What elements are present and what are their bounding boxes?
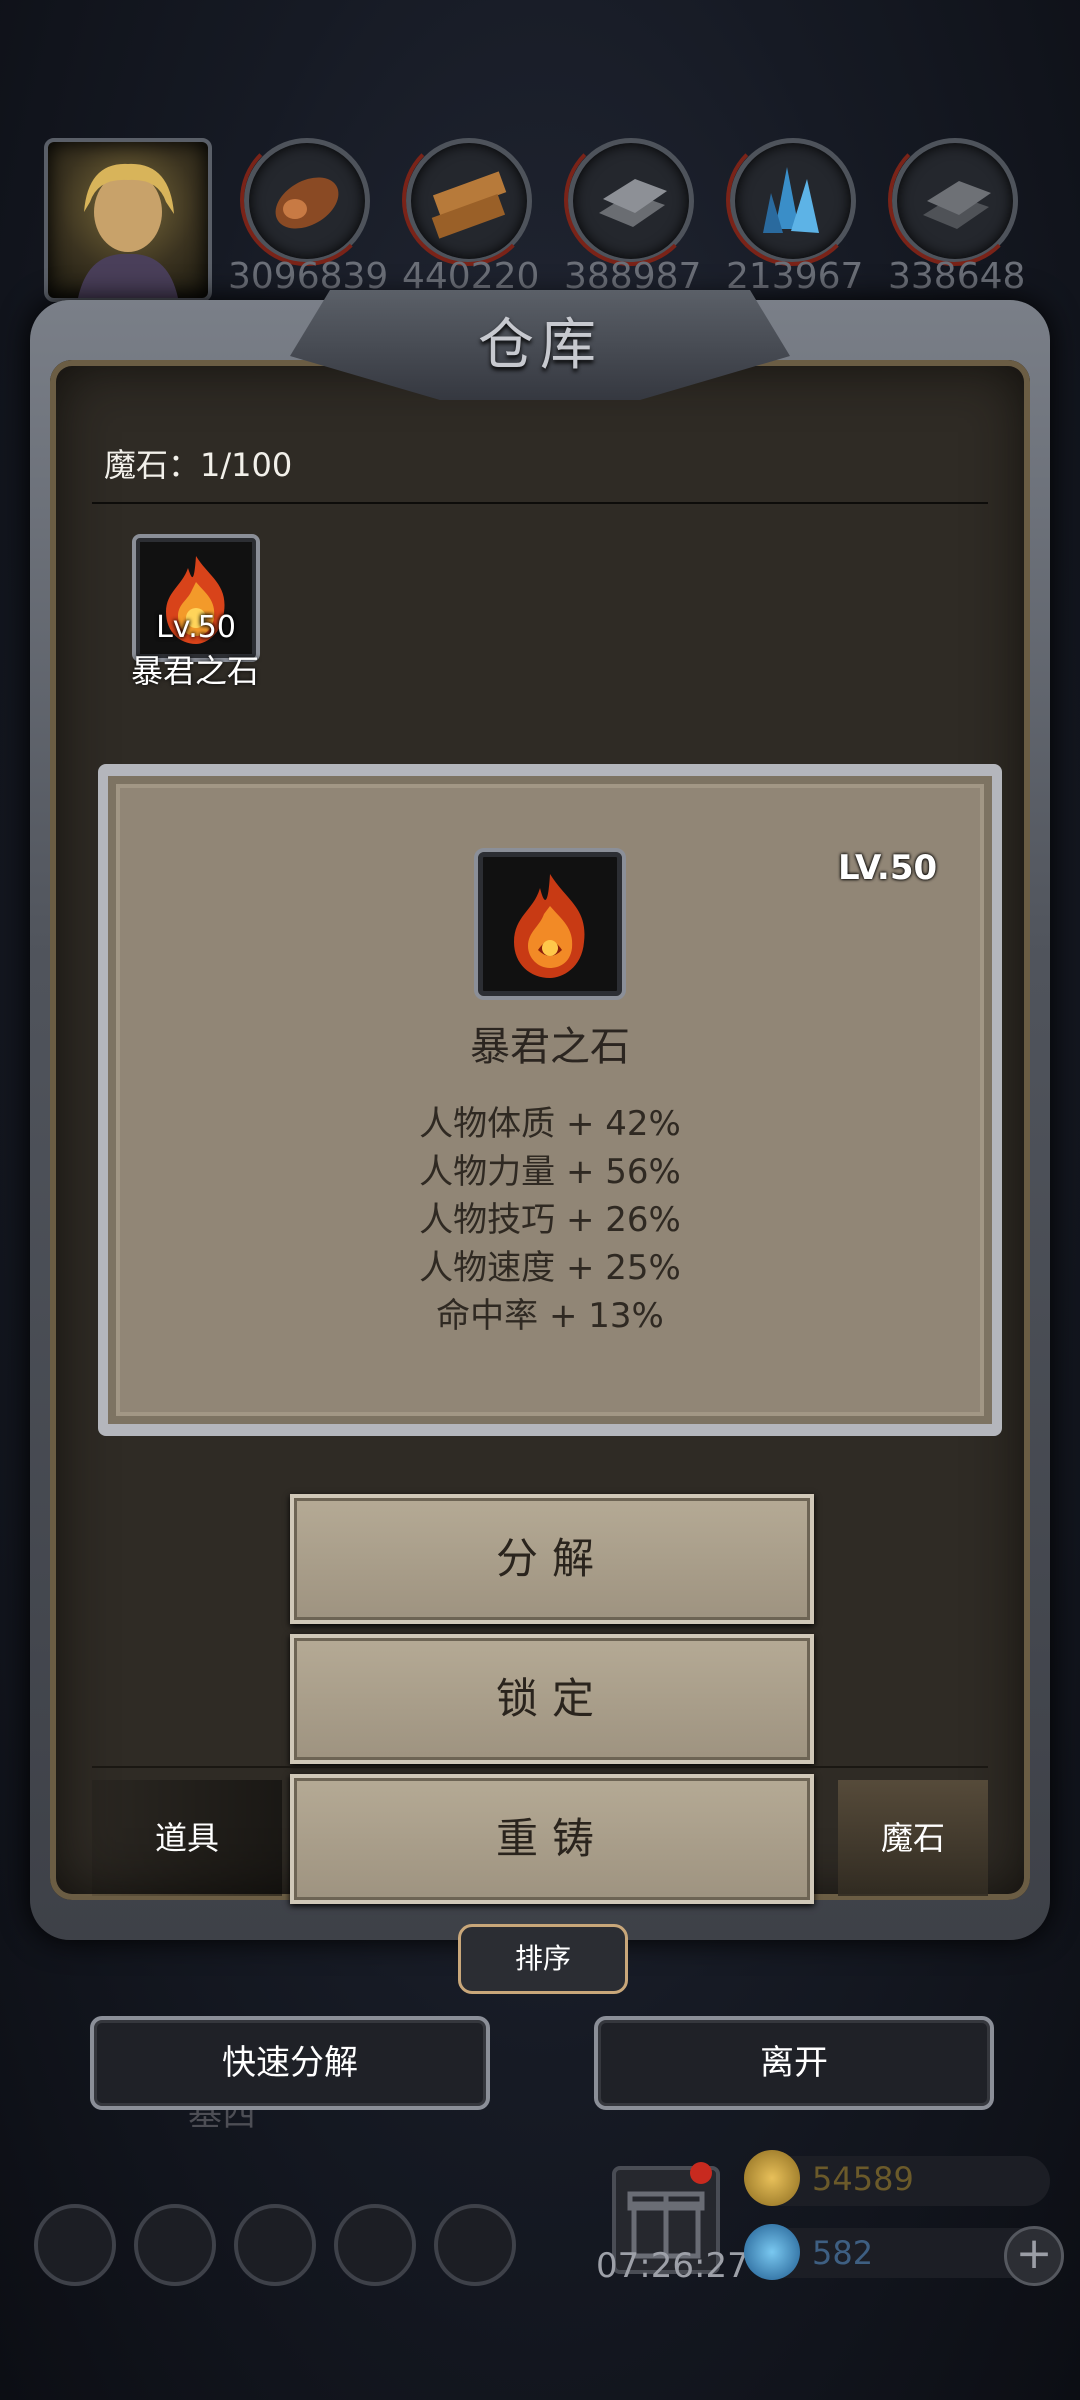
gem-icon <box>744 2224 800 2280</box>
detail-level: LV.50 <box>838 848 938 888</box>
flame-stone-icon <box>514 874 585 978</box>
stone-amount: 338648 <box>888 256 1026 297</box>
sort-button[interactable]: 排序 <box>458 1924 628 1994</box>
lumber-resource-icon <box>402 134 534 266</box>
stat-skill: 人物技巧 + 26% <box>419 1200 681 1240</box>
shop-icon[interactable] <box>434 2204 516 2286</box>
tab-magic-stone[interactable]: 魔石 <box>838 1780 988 1896</box>
player-avatar[interactable] <box>44 138 212 302</box>
notification-dot <box>690 2162 712 2184</box>
stat-strength: 人物力量 + 56% <box>419 1152 681 1192</box>
lock-button[interactable]: 锁定 <box>290 1634 814 1764</box>
guild-icon[interactable] <box>234 2204 316 2286</box>
item-name: 暴君之石 <box>130 652 259 690</box>
settings-icon[interactable] <box>34 2204 116 2286</box>
detail-item-icon <box>474 848 626 1000</box>
gem-amount: 582 <box>812 2234 874 2272</box>
quick-decompose-button[interactable]: 快速分解 <box>90 2016 490 2110</box>
reforge-button[interactable]: 重铸 <box>290 1774 814 1904</box>
divider <box>92 502 988 504</box>
star-icon[interactable] <box>134 2204 216 2286</box>
stat-constitution: 人物体质 + 42% <box>419 1104 681 1144</box>
detail-name: 暴君之石 <box>470 1024 630 1070</box>
iron-resource-icon <box>564 134 696 266</box>
tab-props[interactable]: 道具 <box>92 1780 282 1896</box>
mail-icon[interactable] <box>334 2204 416 2286</box>
stat-speed: 人物速度 + 25% <box>419 1248 681 1288</box>
event-timer: 07:26:27 <box>596 2246 749 2286</box>
gold-coin-icon <box>744 2150 800 2206</box>
wood-resource-icon <box>240 134 372 266</box>
crystal-resource-icon <box>726 134 858 266</box>
page-title: 仓库 <box>478 313 602 378</box>
stone-resource-icon <box>888 134 1020 266</box>
item-level: Lv.50 <box>156 610 236 645</box>
decompose-button[interactable]: 分解 <box>290 1494 814 1624</box>
gold-amount: 54589 <box>812 2160 914 2198</box>
leave-button[interactable]: 离开 <box>594 2016 994 2110</box>
add-currency-button[interactable]: + <box>1004 2226 1064 2286</box>
stat-accuracy: 命中率 + 13% <box>436 1296 664 1336</box>
tab-divider <box>92 1766 988 1768</box>
inventory-count: 魔石：1/100 <box>104 446 293 484</box>
